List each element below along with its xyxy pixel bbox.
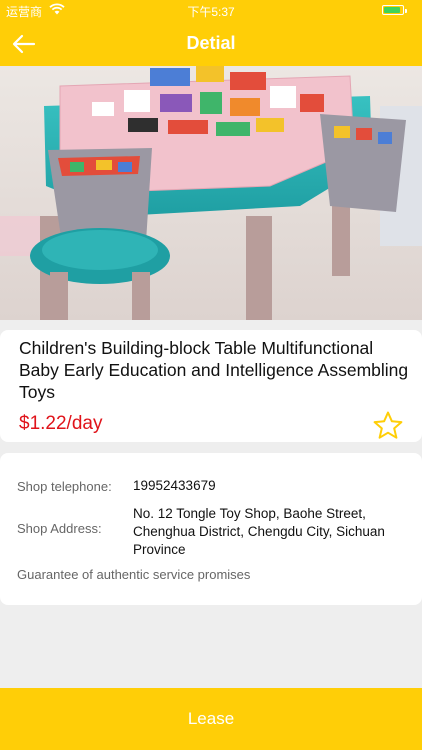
- nav-bar: Detial: [0, 22, 422, 66]
- product-image: [0, 66, 422, 320]
- guarantee-note: Guarantee of authentic service promises: [17, 567, 251, 582]
- shop-telephone-label: Shop telephone:: [17, 479, 112, 494]
- status-time: 下午5:37: [187, 5, 235, 19]
- product-name: Children's Building-block Table Multifun…: [19, 338, 409, 402]
- page-title: Detial: [186, 33, 236, 53]
- top-bar: 运营商 下午5:37 Detial: [0, 0, 422, 66]
- shop-info-card: Shop telephone: 19952433679 Shop Address…: [0, 453, 422, 605]
- star-outline-icon[interactable]: [372, 410, 404, 442]
- battery-icon: [382, 5, 407, 15]
- shop-telephone-value[interactable]: 19952433679: [133, 477, 415, 495]
- status-bar: 运营商 下午5:37: [0, 0, 422, 22]
- shop-address-value: No. 12 Tongle Toy Shop, Baohe Street, Ch…: [133, 506, 385, 557]
- lease-button[interactable]: Lease: [0, 688, 422, 750]
- product-card: Children's Building-block Table Multifun…: [0, 330, 422, 442]
- product-price: $1.22/day: [19, 413, 103, 434]
- shop-address-label: Shop Address:: [17, 521, 102, 536]
